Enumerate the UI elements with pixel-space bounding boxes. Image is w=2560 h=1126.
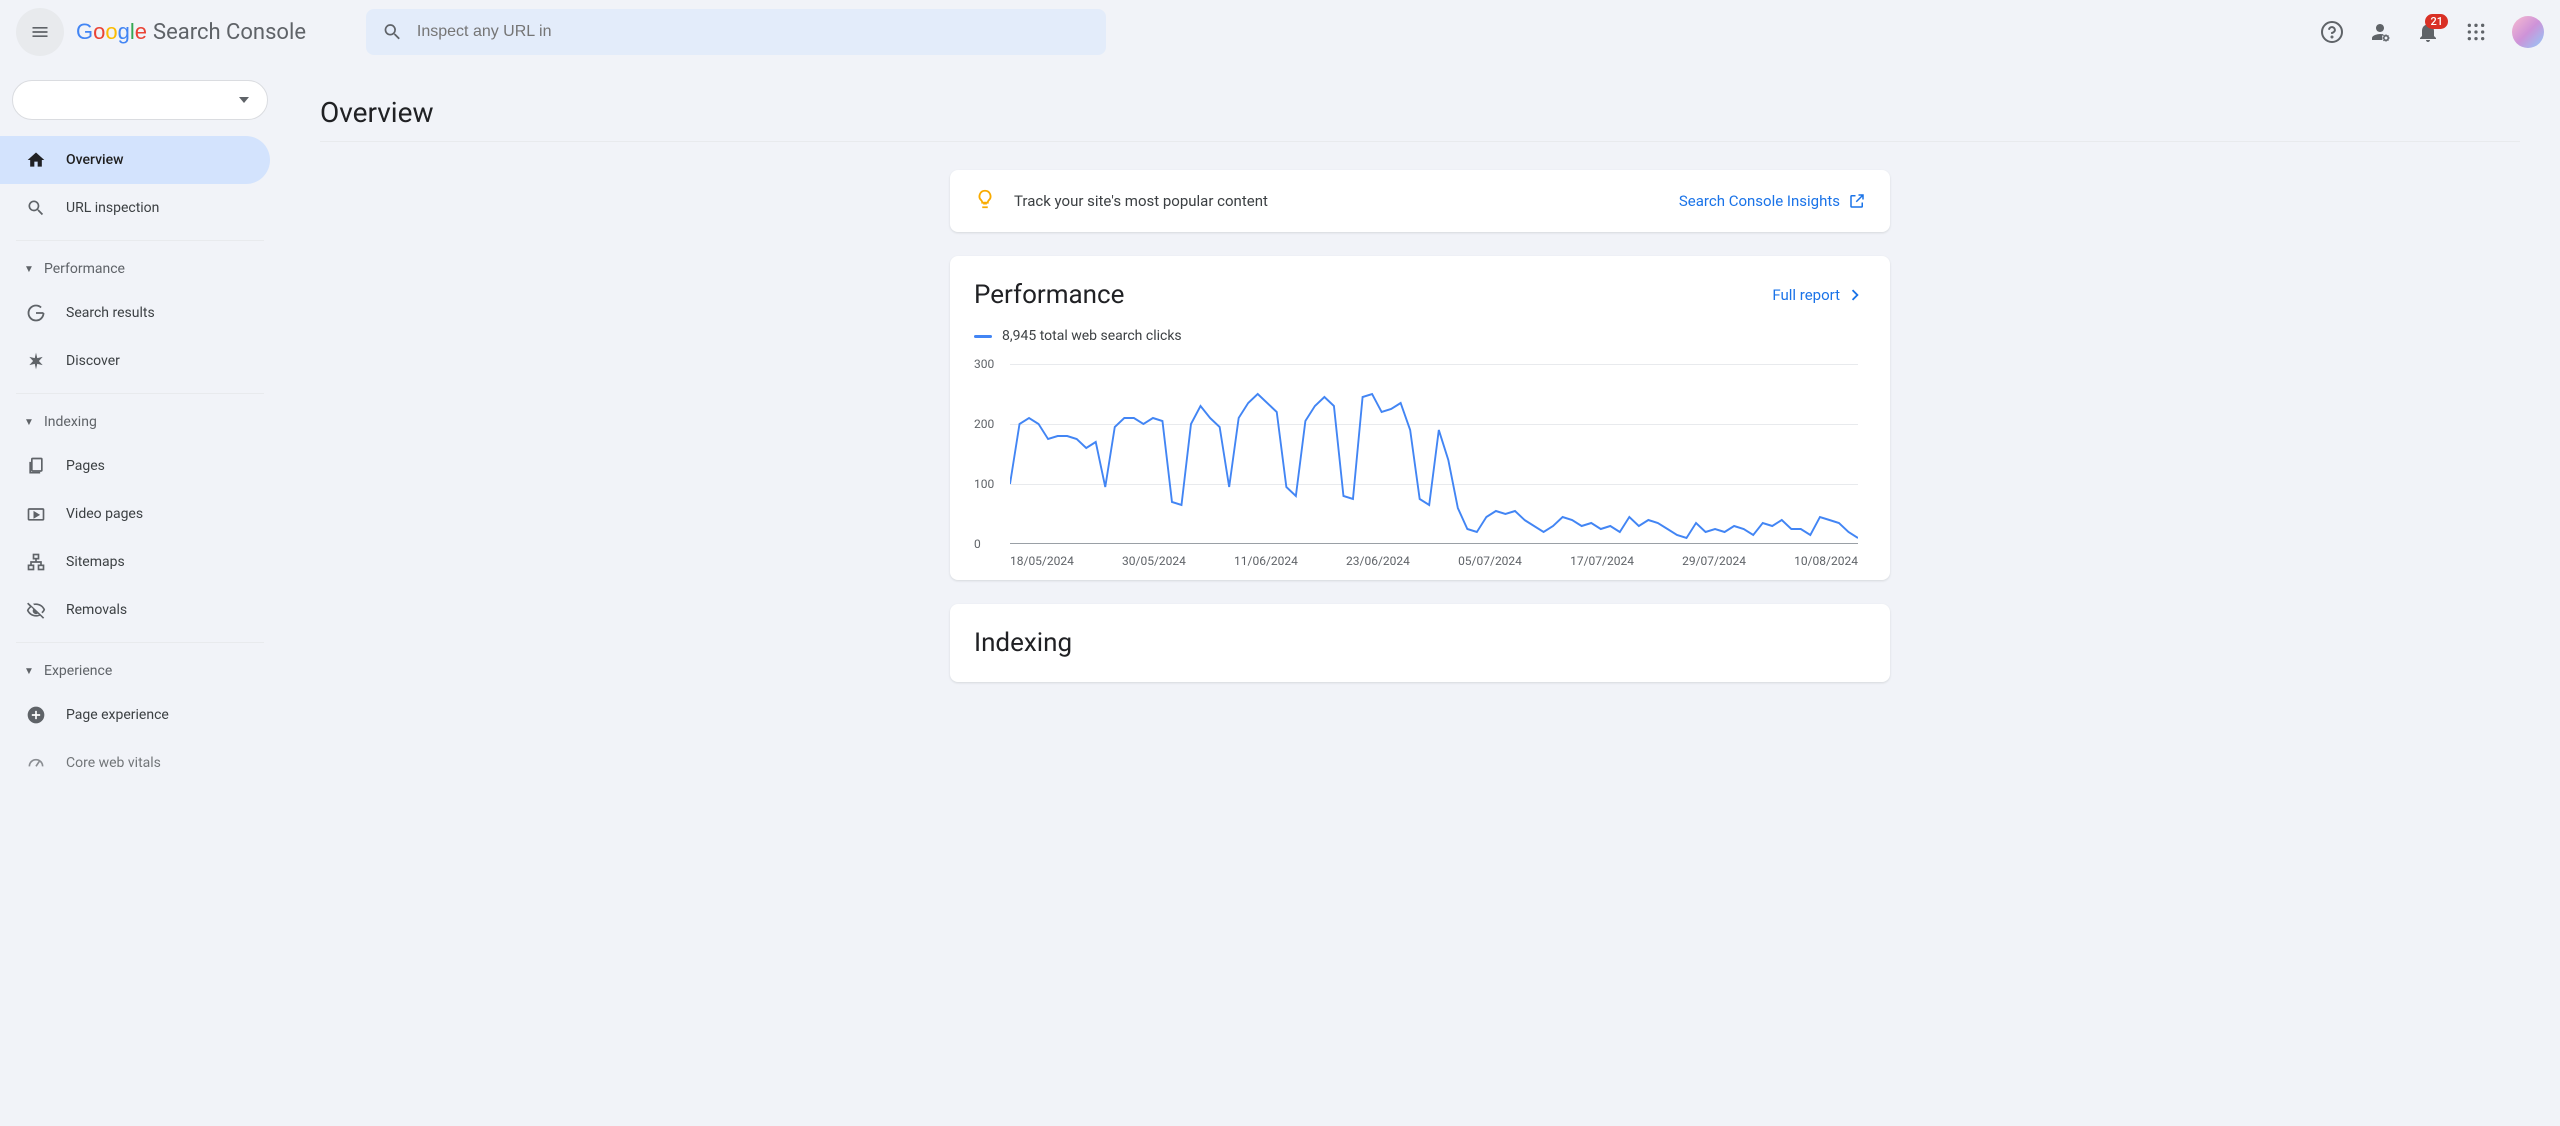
nav-label: URL inspection <box>66 200 159 216</box>
sitemap-icon <box>24 552 48 572</box>
nav-label: Search results <box>66 305 155 321</box>
legend-label: 8,945 total web search clicks <box>1002 328 1182 344</box>
y-tick: 200 <box>974 417 994 431</box>
nav-label: Core web vitals <box>66 755 161 771</box>
nav-pages[interactable]: Pages <box>0 442 270 490</box>
x-tick: 18/05/2024 <box>1010 554 1074 568</box>
notification-badge: 21 <box>2425 14 2448 29</box>
apps-button[interactable] <box>2456 12 2496 52</box>
section-performance[interactable]: ▼ Performance <box>0 249 280 289</box>
asterisk-icon <box>24 351 48 371</box>
nav-sitemaps[interactable]: Sitemaps <box>0 538 270 586</box>
legend-swatch <box>974 335 992 338</box>
person-gear-icon <box>2368 20 2392 44</box>
pages-icon <box>24 456 48 476</box>
indexing-card: Indexing <box>950 604 1890 682</box>
main-content: Overview Track your site's most popular … <box>280 64 2560 795</box>
video-icon <box>24 504 48 524</box>
nav-label: Pages <box>66 458 105 474</box>
account-avatar[interactable] <box>2512 16 2544 48</box>
x-tick: 23/06/2024 <box>1346 554 1410 568</box>
menu-button[interactable] <box>16 8 64 56</box>
url-search-input[interactable] <box>417 23 1090 41</box>
speedometer-icon <box>24 753 48 773</box>
google-g-icon <box>24 303 48 323</box>
nav-label: Removals <box>66 602 127 618</box>
chart-polyline <box>1010 364 1858 544</box>
section-experience[interactable]: ▼ Experience <box>0 651 280 691</box>
app-header: Google Search Console 21 <box>0 0 2560 64</box>
nav-page-experience[interactable]: Page experience <box>0 691 270 739</box>
performance-card: Performance Full report 8,945 total web … <box>950 256 1890 580</box>
section-label: Indexing <box>44 414 97 430</box>
magnifier-icon <box>24 198 48 218</box>
nav-label: Overview <box>66 152 123 168</box>
chevron-right-icon <box>1844 284 1866 306</box>
home-icon <box>24 150 48 170</box>
section-label: Performance <box>44 261 125 277</box>
hamburger-icon <box>30 22 50 42</box>
page-title: Overview <box>320 96 2520 129</box>
user-settings-button[interactable] <box>2360 12 2400 52</box>
nav-video-pages[interactable]: Video pages <box>0 490 270 538</box>
x-tick: 11/06/2024 <box>1234 554 1298 568</box>
insights-card: Track your site's most popular content S… <box>950 170 1890 232</box>
y-tick: 100 <box>974 477 994 491</box>
caret-down-icon: ▼ <box>24 417 38 428</box>
notifications-button[interactable]: 21 <box>2408 12 2448 52</box>
section-indexing[interactable]: ▼ Indexing <box>0 402 280 442</box>
nav-label: Page experience <box>66 707 169 723</box>
insights-text: Track your site's most popular content <box>1014 192 1679 210</box>
performance-title: Performance <box>974 280 1124 310</box>
nav-label: Sitemaps <box>66 554 125 570</box>
x-tick: 05/07/2024 <box>1458 554 1522 568</box>
nav-label: Video pages <box>66 506 143 522</box>
help-icon <box>2320 20 2344 44</box>
nav-label: Discover <box>66 353 120 369</box>
apps-grid-icon <box>2466 22 2486 42</box>
x-tick: 10/08/2024 <box>1794 554 1858 568</box>
nav-discover[interactable]: Discover <box>0 337 270 385</box>
x-tick: 29/07/2024 <box>1682 554 1746 568</box>
nav-removals[interactable]: Removals <box>0 586 270 634</box>
x-tick: 30/05/2024 <box>1122 554 1186 568</box>
search-icon <box>382 21 403 43</box>
performance-chart: 300 200 100 0 18/05/2024 30/05/2024 11/0… <box>1010 364 1858 564</box>
indexing-title: Indexing <box>974 628 1866 658</box>
chart-legend: 8,945 total web search clicks <box>974 328 1866 344</box>
app-name: Search Console <box>153 20 306 45</box>
nav-overview[interactable]: Overview <box>0 136 270 184</box>
caret-down-icon: ▼ <box>24 264 38 275</box>
x-axis: 18/05/2024 30/05/2024 11/06/2024 23/06/2… <box>1010 548 1858 568</box>
sidebar: Overview URL inspection ▼ Performance Se… <box>0 64 280 795</box>
lightbulb-icon <box>974 188 996 214</box>
nav-core-web-vitals[interactable]: Core web vitals <box>0 739 270 787</box>
help-button[interactable] <box>2312 12 2352 52</box>
circle-plus-icon <box>24 705 48 725</box>
y-tick: 300 <box>974 357 994 371</box>
dropdown-caret-icon <box>239 95 249 105</box>
full-report-link[interactable]: Full report <box>1772 284 1866 306</box>
nav-search-results[interactable]: Search results <box>0 289 270 337</box>
insights-link[interactable]: Search Console Insights <box>1679 192 1866 210</box>
y-tick: 0 <box>974 537 981 551</box>
section-label: Experience <box>44 663 112 679</box>
property-selector[interactable] <box>12 80 268 120</box>
nav-url-inspection[interactable]: URL inspection <box>0 184 270 232</box>
open-external-icon <box>1848 192 1866 210</box>
app-logo: Google Search Console <box>76 19 306 45</box>
caret-down-icon: ▼ <box>24 666 38 677</box>
url-search-bar[interactable] <box>366 9 1106 55</box>
x-tick: 17/07/2024 <box>1570 554 1634 568</box>
eye-off-icon <box>24 600 48 620</box>
